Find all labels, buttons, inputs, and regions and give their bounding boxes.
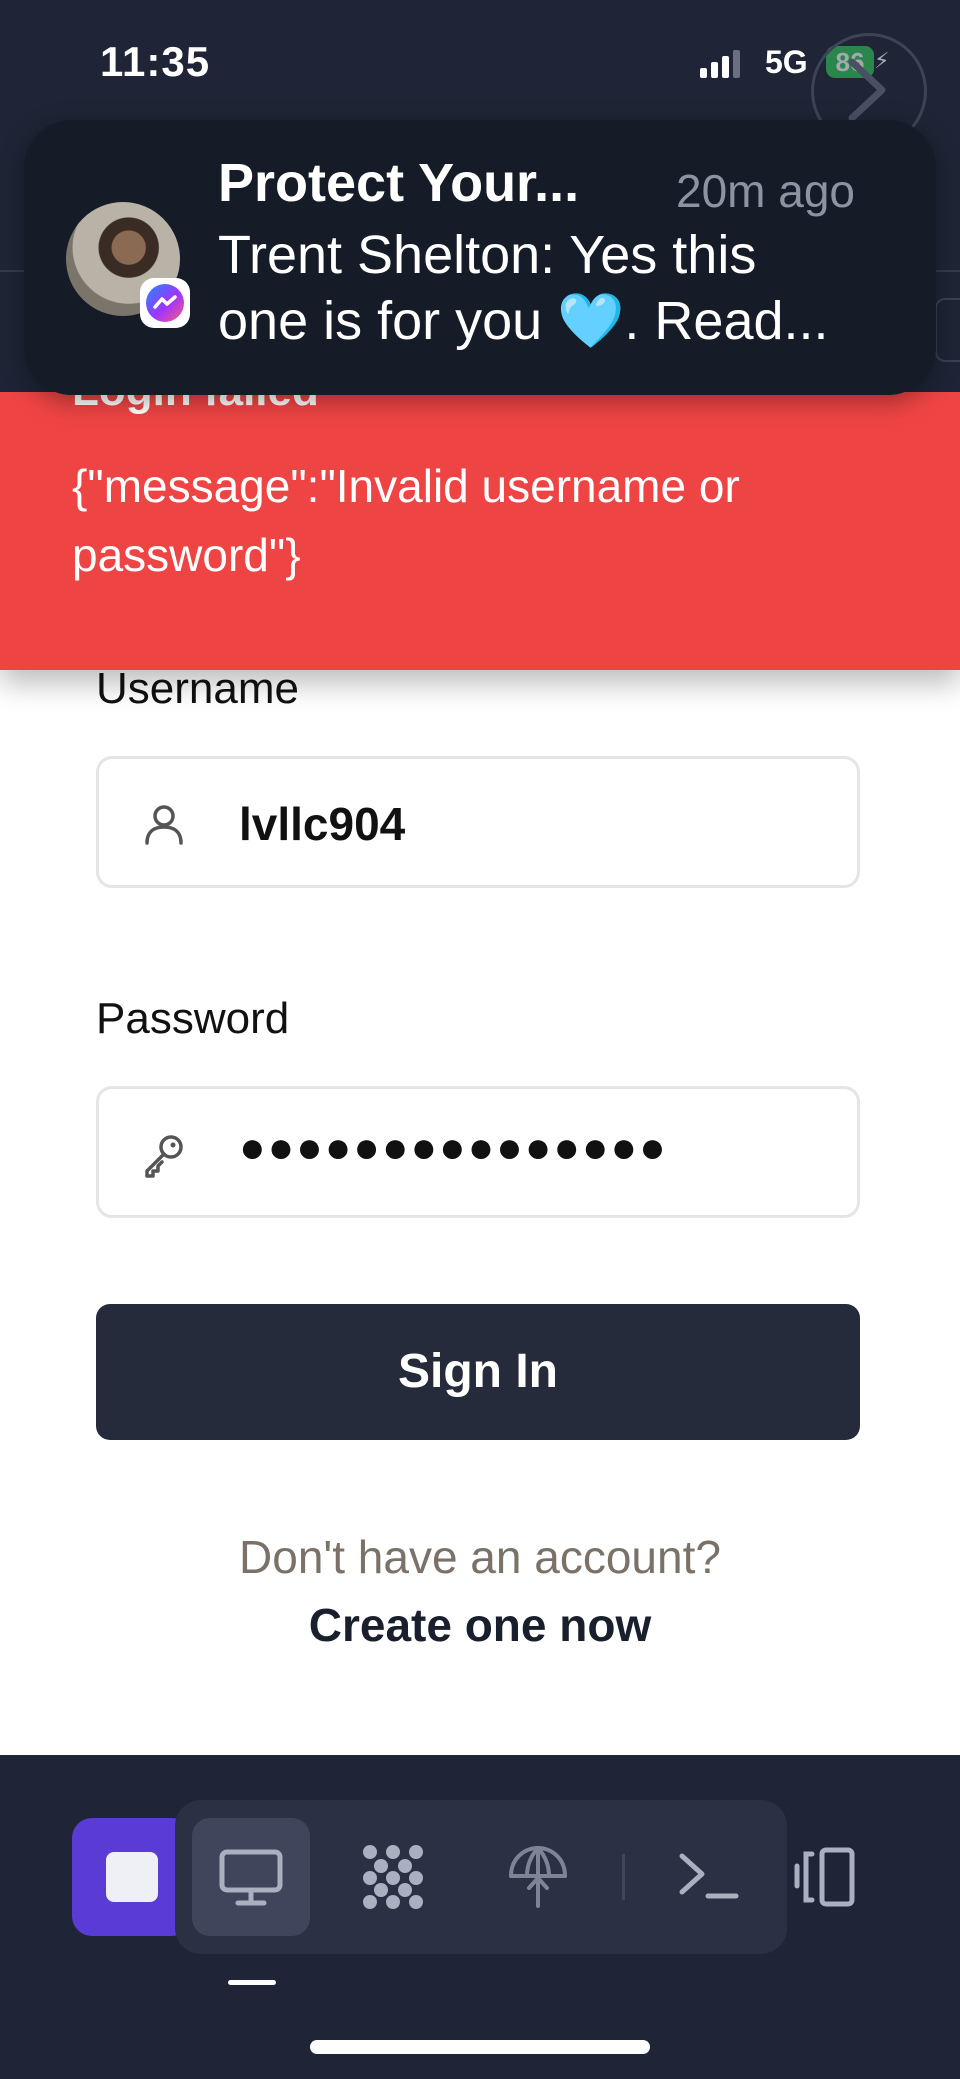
username-label: Username [96,664,299,713]
header-control-edge [935,298,960,362]
password-field[interactable]: ●●●●●●●●●●●●●●● [96,1086,860,1218]
sign-in-button[interactable]: Sign In [96,1304,860,1440]
device-switch-icon[interactable] [792,1842,862,1912]
signal-strength-icon [700,48,750,78]
toolbar-divider [622,1854,625,1900]
terminal-icon[interactable] [674,1842,744,1912]
monitor-icon [219,1849,283,1906]
password-label: Password [96,994,290,1043]
chevron-right-icon [848,58,886,122]
network-antenna-icon[interactable] [503,1840,573,1910]
error-toast[interactable]: Login failed {"message":"Invalid usernam… [0,392,960,670]
apps-grid-icon[interactable] [358,1842,428,1912]
notification-body-line: Trent Shelton: Yes this [218,225,757,285]
user-icon [145,805,183,845]
home-indicator[interactable] [310,2040,650,2054]
stop-icon [106,1852,158,1902]
username-field[interactable]: lvllc904 [96,756,860,888]
notification-time: 20m ago [676,165,856,217]
toast-message: {"message":"Invalid username or password… [72,460,740,581]
network-type: 5G [765,44,808,80]
status-time: 11:35 [100,38,211,85]
password-value: ●●●●●●●●●●●●●●● [239,1123,668,1172]
username-value: lvllc904 [239,798,406,850]
notification-body-line: one is for you 🩵. Read... [218,291,829,351]
toast-title: Login failed [72,392,319,416]
notification-title: Protect Your... [218,153,580,213]
messenger-icon [146,284,184,322]
no-account-text: Don't have an account? [239,1531,721,1583]
active-tab-indicator [228,1980,276,1985]
notification-body: Trent Shelton: Yes this one is for you 🩵… [218,222,898,354]
key-icon [145,1135,183,1178]
create-account-link[interactable]: Create one now [0,1598,960,1652]
